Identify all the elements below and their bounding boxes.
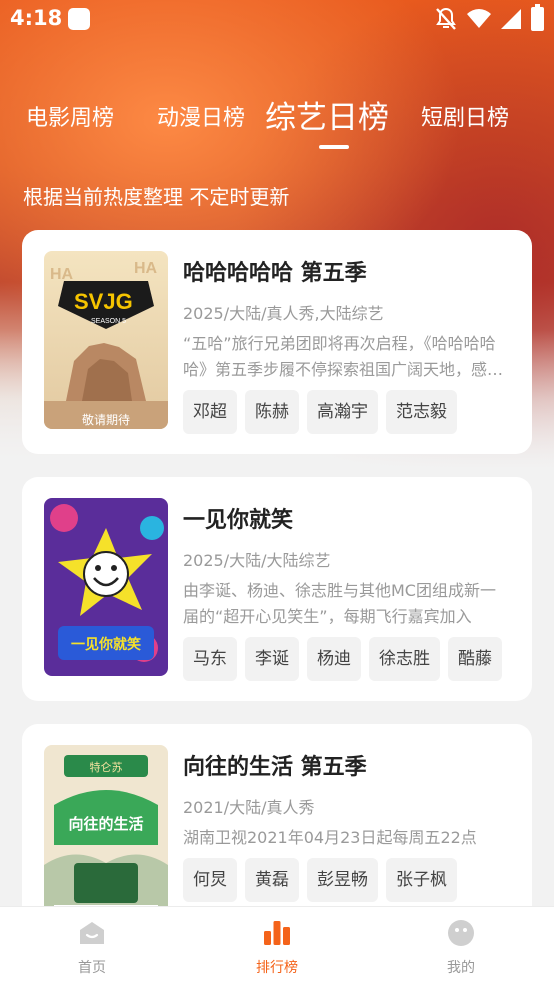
- cast-tag[interactable]: 何炅: [183, 858, 237, 902]
- poster-logo-text: 向往的生活: [68, 815, 143, 833]
- cast-tag[interactable]: 徐志胜: [369, 637, 440, 681]
- show-meta: 2021/大陆/真人秀: [183, 798, 315, 817]
- show-card[interactable]: 一见你就笑 一见你就笑 2025/大陆/大陆综艺 由李诞、杨迪、徐志胜与其他MC…: [22, 477, 532, 701]
- cast-tag[interactable]: 高瀚宇: [307, 390, 378, 434]
- ranking-tabs: 电影周榜 动漫日榜 综艺日榜 短剧日榜: [0, 90, 554, 150]
- show-description: 湖南卫视2021年04月23日起每周五22点: [183, 828, 477, 847]
- cast-tag[interactable]: 范志毅: [386, 390, 457, 434]
- tab-indicator: [319, 145, 349, 149]
- show-title: 向往的生活 第五季: [183, 755, 367, 780]
- show-meta: 2025/大陆/大陆综艺: [183, 551, 331, 570]
- svg-text:敬请期待: 敬请期待: [82, 413, 130, 427]
- show-meta: 2025/大陆/真人秀,大陆综艺: [183, 304, 384, 323]
- cast-tag[interactable]: 李诞: [245, 637, 299, 681]
- ranking-icon: [264, 921, 290, 945]
- show-description: “五哈”旅行兄弟团即将再次启程，《哈哈哈哈哈》第五季步履不停探索祖国广阔天地，感…: [183, 334, 504, 379]
- svg-text:特仑苏: 特仑苏: [90, 760, 123, 774]
- cast-tag[interactable]: 陈赫: [245, 390, 299, 434]
- status-bar: 4:18: [0, 0, 554, 40]
- cast-tag[interactable]: 张子枫: [386, 858, 457, 902]
- tab-variety-daily[interactable]: 综艺日榜: [265, 92, 389, 137]
- nav-home[interactable]: 首页: [32, 907, 152, 985]
- cast-tag[interactable]: 彭昱畅: [307, 858, 378, 902]
- show-title: 哈哈哈哈哈 第五季: [183, 261, 367, 286]
- wifi-icon: [467, 9, 491, 28]
- status-time: 4:18: [10, 6, 63, 30]
- battery-icon: [531, 4, 544, 31]
- cast-tags: 马东 李诞 杨迪 徐志胜 酷藤: [183, 637, 502, 681]
- show-poster: HA HA SVJG SEASON 5 敬请期待: [44, 251, 168, 429]
- cast-tags: 何炅 黄磊 彭昱畅 张子枫: [183, 858, 457, 902]
- profile-icon: [448, 920, 474, 946]
- cast-tag[interactable]: 酷藤: [448, 637, 502, 681]
- cast-tags: 邓超 陈赫 高瀚宇 范志毅: [183, 390, 457, 434]
- tab-anime-daily[interactable]: 动漫日榜: [157, 100, 245, 132]
- svg-text:HA: HA: [50, 266, 74, 283]
- nav-profile[interactable]: 我的: [401, 907, 521, 985]
- nav-label: 首页: [78, 960, 106, 976]
- signal-icon: [501, 9, 521, 29]
- poster-logo-text: SVJG: [74, 289, 133, 314]
- bell-off-icon: [436, 7, 456, 30]
- poster-logo-text: 一见你就笑: [71, 636, 141, 653]
- cast-tag[interactable]: 马东: [183, 637, 237, 681]
- bottom-nav: 首页 排行榜 我的: [0, 906, 554, 985]
- show-description: 由李诞、杨迪、徐志胜与其他MC团组成新一届的“超开心见笑生”，每期飞行嘉宾加入: [183, 581, 496, 626]
- nav-ranking[interactable]: 排行榜: [217, 907, 337, 985]
- show-poster: 一见你就笑: [44, 498, 168, 676]
- show-poster: 特仑苏 向往的生活: [44, 745, 168, 923]
- cast-tag[interactable]: 杨迪: [307, 637, 361, 681]
- svg-text:HA: HA: [134, 260, 158, 277]
- tab-movie-weekly[interactable]: 电影周榜: [26, 100, 114, 132]
- home-icon: [80, 922, 104, 944]
- app-notification-icon: [68, 8, 90, 30]
- show-card[interactable]: HA HA SVJG SEASON 5 敬请期待 哈哈哈哈哈 第五季 2025/…: [22, 230, 532, 454]
- cast-tag[interactable]: 黄磊: [245, 858, 299, 902]
- cast-tag[interactable]: 邓超: [183, 390, 237, 434]
- svg-text:SEASON 5: SEASON 5: [91, 318, 126, 325]
- tab-short-drama-daily[interactable]: 短剧日榜: [421, 100, 509, 132]
- nav-label: 我的: [447, 960, 475, 976]
- nav-label: 排行榜: [256, 960, 298, 976]
- show-title: 一见你就笑: [183, 508, 294, 533]
- ranking-subtitle: 根据当前热度整理 不定时更新: [23, 185, 290, 209]
